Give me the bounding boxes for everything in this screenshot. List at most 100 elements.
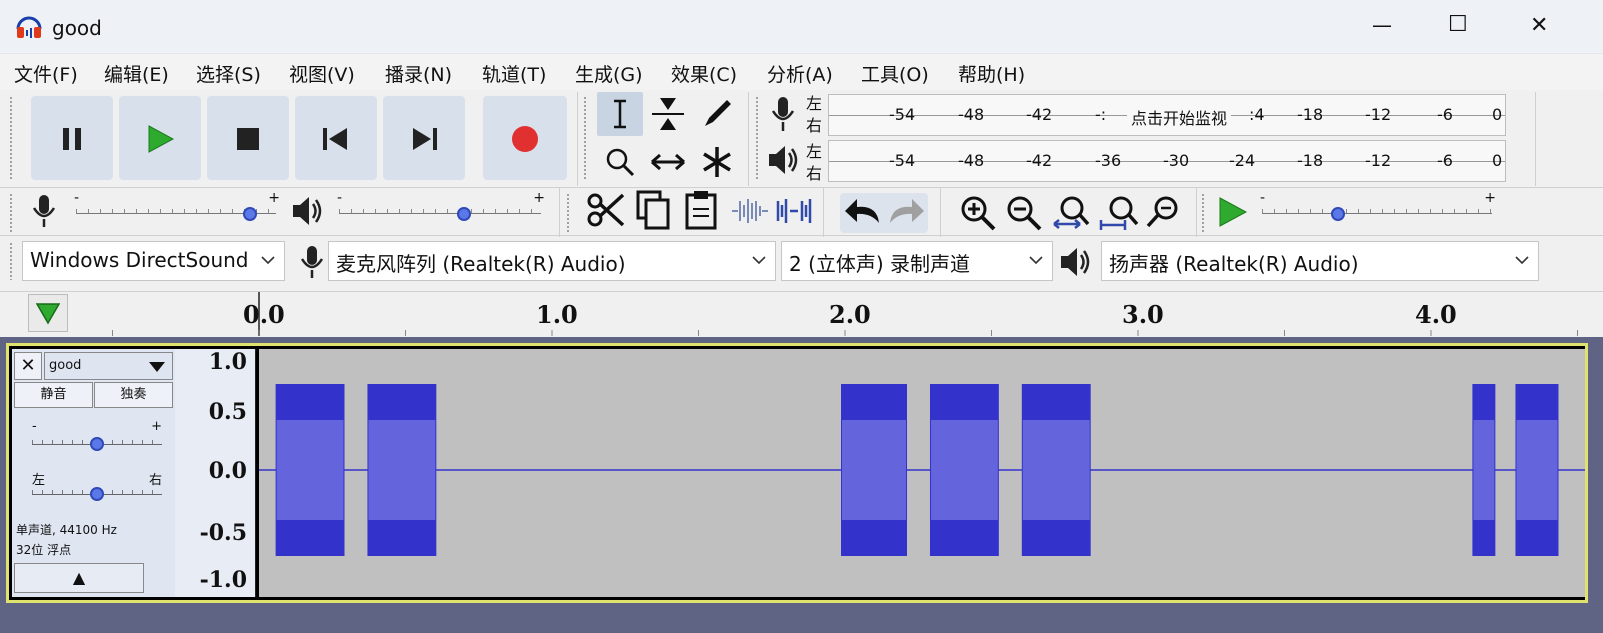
- toolbar-grip[interactable]: [566, 193, 571, 233]
- undo-icon[interactable]: [843, 195, 883, 231]
- record-volume-slider[interactable]: - +: [74, 190, 280, 222]
- track-control-panel[interactable]: ✕ good 静音 独奏 - + 左 右 单声道, 44100 Hz 32位 浮…: [12, 349, 175, 597]
- ruler-label: 2.0: [829, 300, 871, 329]
- silence-audio-icon[interactable]: [774, 193, 814, 229]
- fit-project-icon[interactable]: [1097, 194, 1141, 232]
- ruler-label: 4.0: [1415, 300, 1457, 329]
- meter-right-label: 右: [806, 164, 823, 183]
- menu-analyze[interactable]: 分析(A): [767, 60, 833, 87]
- trim-audio-icon[interactable]: [730, 193, 770, 229]
- play-speed-thumb[interactable]: [1331, 207, 1346, 221]
- selection-tool-icon[interactable]: [597, 92, 643, 136]
- playback-meter-tick: -54: [889, 151, 916, 170]
- zoom-toggle-icon[interactable]: [1146, 194, 1186, 232]
- menu-help[interactable]: 帮助(H): [958, 60, 1025, 87]
- maximize-button[interactable]: ☐: [1448, 12, 1468, 37]
- vruler-label: 0.0: [208, 458, 247, 484]
- ruler-label: 3.0: [1122, 300, 1164, 329]
- menu-file[interactable]: 文件(F): [14, 60, 78, 87]
- recording-channels-dropdown[interactable]: 2 (立体声) 录制声道: [781, 241, 1053, 281]
- pause-button[interactable]: [31, 96, 113, 180]
- recording-channels-value: 2 (立体声) 录制声道: [789, 252, 971, 276]
- playback-meter-tick: -24: [1229, 151, 1256, 170]
- play-speed-slider[interactable]: - +: [1260, 190, 1496, 222]
- track-menu-button[interactable]: good: [44, 352, 173, 380]
- mute-button[interactable]: 静音: [14, 382, 93, 408]
- solo-button[interactable]: 独奏: [94, 382, 173, 408]
- skip-end-button[interactable]: [383, 96, 465, 180]
- output-device-dropdown[interactable]: 扬声器 (Realtek(R) Audio): [1101, 241, 1539, 281]
- toolbar-grip[interactable]: [9, 242, 14, 280]
- stop-button[interactable]: [207, 96, 289, 180]
- menu-select[interactable]: 选择(S): [196, 60, 261, 87]
- pan-left-label: 左: [32, 473, 46, 488]
- record-volume-icon: [32, 195, 56, 227]
- playback-volume-thumb[interactable]: [457, 207, 472, 221]
- menu-effect[interactable]: 效果(C): [671, 60, 737, 87]
- track-close-button[interactable]: ✕: [14, 352, 42, 380]
- timeline-ruler[interactable]: 0.0 1.0 2.0 3.0 4.0: [0, 291, 1603, 336]
- time-shift-tool-icon[interactable]: [645, 140, 691, 184]
- record-meter-tick: -:: [1095, 105, 1107, 124]
- gain-thumb[interactable]: [90, 437, 104, 451]
- playback-volume-slider[interactable]: - +: [337, 190, 545, 222]
- chevron-down-icon: [261, 256, 275, 265]
- menu-tools[interactable]: 工具(O): [861, 60, 929, 87]
- divider: [0, 235, 1603, 236]
- menu-generate[interactable]: 生成(G): [575, 60, 643, 87]
- waveform-display[interactable]: [259, 349, 1585, 597]
- audio-host-dropdown[interactable]: Windows DirectSound: [22, 241, 285, 281]
- input-device-mic-icon: [300, 246, 324, 278]
- menu-view[interactable]: 视图(V): [289, 60, 355, 87]
- input-device-dropdown[interactable]: 麦克风阵列 (Realtek(R) Audio): [328, 241, 776, 281]
- toolbar-grip[interactable]: [583, 96, 588, 180]
- toolbar-grip[interactable]: [9, 96, 14, 180]
- input-device-value: 麦克风阵列 (Realtek(R) Audio): [336, 252, 626, 276]
- menu-edit[interactable]: 编辑(E): [104, 60, 169, 87]
- speaker-icon[interactable]: [766, 142, 800, 178]
- fit-selection-icon[interactable]: [1050, 194, 1094, 232]
- paste-icon[interactable]: [682, 189, 722, 231]
- divider: [940, 187, 941, 237]
- draw-tool-icon[interactable]: [694, 92, 740, 136]
- slider-max-label: +: [533, 190, 545, 206]
- playback-meter-tick: -18: [1297, 151, 1324, 170]
- vruler-label: -1.0: [199, 567, 247, 593]
- copy-icon[interactable]: [634, 189, 674, 231]
- zoom-out-icon[interactable]: [1004, 194, 1044, 232]
- envelope-tool-icon[interactable]: [645, 92, 691, 136]
- minimize-button[interactable]: —: [1372, 13, 1392, 37]
- redo-icon[interactable]: [886, 195, 926, 231]
- zoom-in-icon[interactable]: [958, 194, 998, 232]
- pinned-play-head-button[interactable]: [28, 294, 68, 332]
- toolbar-grip[interactable]: [9, 193, 14, 233]
- track-gain-slider[interactable]: - +: [32, 419, 162, 455]
- playback-meter[interactable]: -54 -48 -42 -36 -30 -24 -18 -12 -6 0: [828, 140, 1506, 182]
- record-volume-thumb[interactable]: [242, 207, 257, 221]
- menu-record[interactable]: 播录(N): [385, 60, 452, 87]
- pan-thumb[interactable]: [90, 487, 104, 501]
- track-pan-slider[interactable]: 左 右: [32, 469, 162, 505]
- track-area[interactable]: ✕ good 静音 独奏 - + 左 右 单声道, 44100 Hz 32位 浮…: [0, 337, 1603, 633]
- play-button[interactable]: [119, 96, 201, 180]
- play-at-speed-icon[interactable]: [1214, 194, 1250, 230]
- multi-tool-icon[interactable]: [694, 140, 740, 184]
- cut-icon[interactable]: [587, 189, 627, 231]
- track-sample-format: 32位 浮点: [16, 543, 72, 557]
- skip-start-button[interactable]: [295, 96, 377, 180]
- zoom-tool-icon[interactable]: [597, 140, 643, 184]
- record-meter[interactable]: -54 -48 -42 -: 点击开始监视 :4 -18 -12 -6 0: [828, 94, 1506, 136]
- microphone-icon[interactable]: [768, 95, 798, 133]
- click-to-monitor-label[interactable]: 点击开始监视: [1127, 105, 1232, 129]
- toolbar-grip[interactable]: [755, 96, 760, 180]
- close-button[interactable]: ✕: [1530, 13, 1548, 38]
- vertical-ruler[interactable]: 1.0 0.5 0.0 -0.5 -1.0: [175, 349, 256, 597]
- waveform-rms: [1473, 420, 1495, 520]
- ruler-label: 1.0: [536, 300, 578, 329]
- audio-track[interactable]: ✕ good 静音 独奏 - + 左 右 单声道, 44100 Hz 32位 浮…: [6, 343, 1588, 603]
- record-meter-tick: 0: [1492, 105, 1503, 124]
- menu-tracks[interactable]: 轨道(T): [482, 60, 546, 87]
- record-button[interactable]: [483, 96, 567, 180]
- toolbar-grip[interactable]: [1201, 193, 1206, 233]
- collapse-track-button[interactable]: ▲: [14, 563, 144, 593]
